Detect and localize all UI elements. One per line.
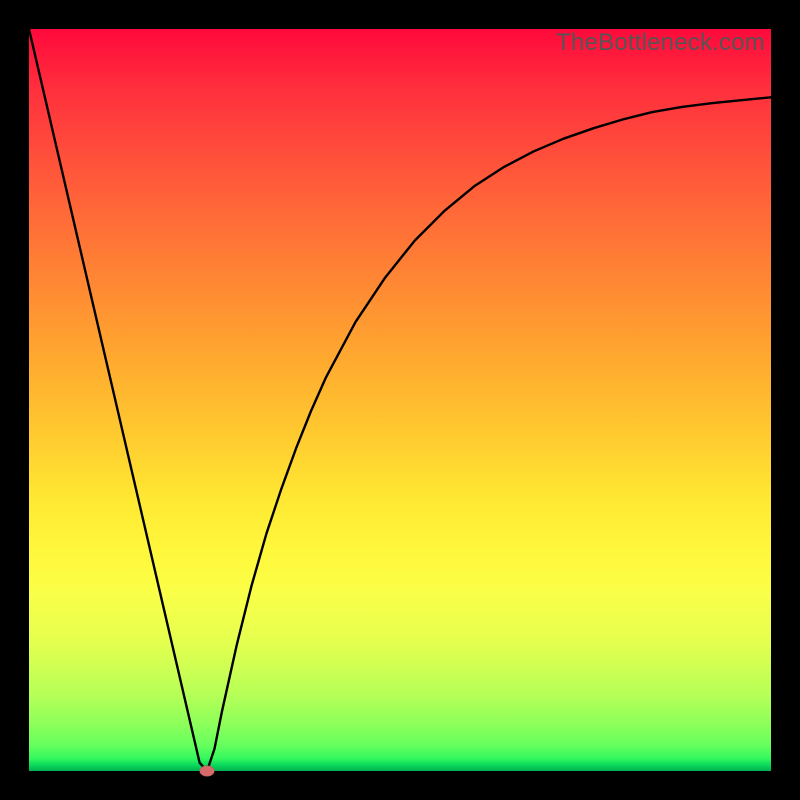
bottleneck-curve	[29, 29, 771, 771]
minimum-marker	[200, 766, 215, 777]
chart-frame: TheBottleneck.com	[0, 0, 800, 800]
plot-area: TheBottleneck.com	[29, 29, 771, 771]
